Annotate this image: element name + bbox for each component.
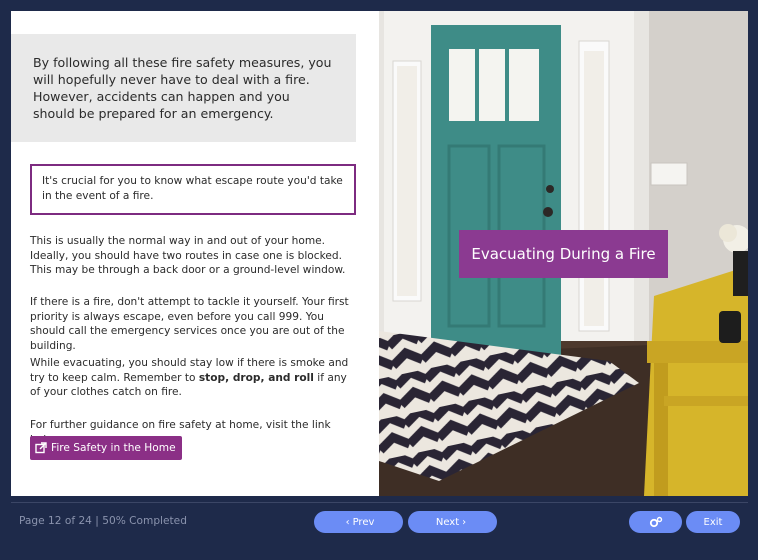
exit-label: Exit bbox=[703, 516, 723, 528]
link-label: Fire Safety in the Home bbox=[51, 442, 176, 454]
paragraph-routes: This is usually the normal way in and ou… bbox=[30, 235, 346, 276]
hero-image: Evacuating During a Fire bbox=[379, 11, 748, 496]
chevron-right-icon: › bbox=[462, 516, 467, 528]
slide-frame: By following all these fire safety measu… bbox=[11, 11, 748, 496]
callout-box: It's crucial for you to know what escape… bbox=[30, 164, 356, 215]
external-link-icon bbox=[35, 442, 47, 454]
intro-box: By following all these fire safety measu… bbox=[11, 34, 356, 142]
gears-icon bbox=[649, 516, 662, 528]
progress-bar bbox=[11, 502, 748, 503]
paragraph-escape: If there is a fire, don't attempt to tac… bbox=[30, 296, 349, 352]
next-label: Next bbox=[435, 516, 460, 528]
settings-button[interactable] bbox=[629, 511, 682, 533]
slide-title: Evacuating During a Fire bbox=[459, 230, 668, 278]
prev-button[interactable]: ‹ Prev bbox=[314, 511, 403, 533]
prev-label: Prev bbox=[352, 516, 375, 528]
intro-text: By following all these fire safety measu… bbox=[33, 55, 332, 121]
p3-bold: stop, drop, and roll bbox=[198, 371, 314, 384]
exit-button[interactable]: Exit bbox=[686, 511, 740, 533]
page-progress-text: Page 12 of 24 | 50% Completed bbox=[19, 515, 187, 527]
next-button[interactable]: Next › bbox=[408, 511, 497, 533]
callout-text: It's crucial for you to know what escape… bbox=[42, 175, 343, 202]
fire-safety-link-button[interactable]: Fire Safety in the Home bbox=[30, 436, 182, 460]
paragraph-evacuating: While evacuating, you should stay low if… bbox=[30, 356, 360, 400]
footer-bar: Page 12 of 24 | 50% Completed ‹ Prev Nex… bbox=[0, 496, 758, 560]
chevron-left-icon: ‹ bbox=[345, 516, 350, 528]
text-panel: By following all these fire safety measu… bbox=[11, 11, 379, 496]
